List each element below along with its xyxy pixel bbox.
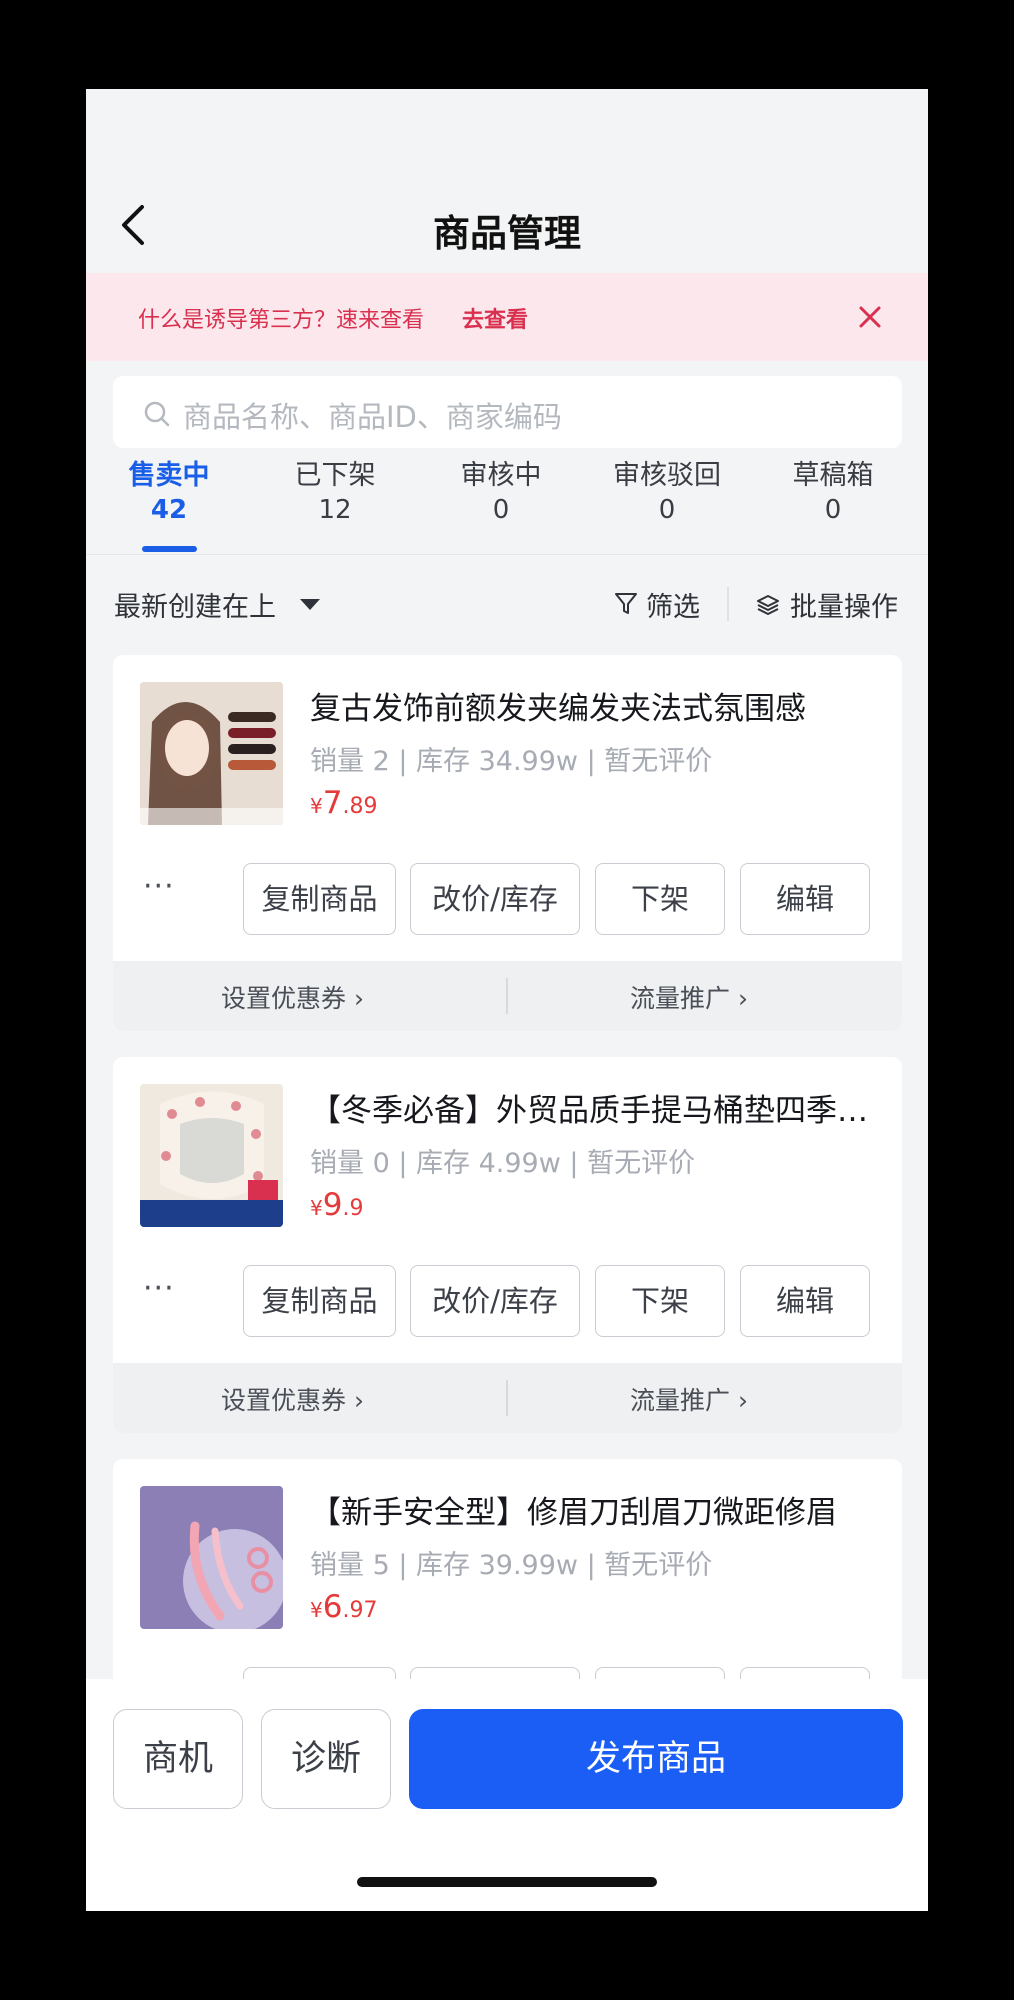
price-stock-button[interactable]: 改价/库存 — [410, 1265, 580, 1337]
product-image — [140, 1486, 283, 1629]
tab-count: 12 — [318, 495, 352, 525]
tab-delisted[interactable]: 已下架 12 — [252, 459, 418, 527]
delist-button[interactable]: 下架 — [595, 1265, 725, 1337]
home-indicator — [357, 1877, 657, 1887]
price-symbol: ¥ — [310, 794, 323, 818]
tab-label: 草稿箱 — [792, 460, 874, 491]
price-decimal: .97 — [342, 1598, 378, 1623]
publish-product-button[interactable]: 发布商品 — [409, 1709, 903, 1809]
separator — [506, 978, 508, 1014]
tab-label: 审核驳回 — [613, 460, 721, 491]
product-price: ¥7.89 — [310, 785, 377, 821]
separator — [506, 1380, 508, 1416]
product-meta: 销量 0 | 库存 4.99w | 暂无评价 — [310, 1148, 696, 1179]
tab-count: 0 — [492, 495, 510, 525]
price-decimal: .89 — [342, 794, 378, 819]
set-coupon-label: 设置优惠券 — [221, 984, 347, 1013]
traffic-promotion-label: 流量推广 — [630, 984, 731, 1013]
product-price: ¥6.97 — [310, 1589, 377, 1625]
delist-button[interactable]: 下架 — [595, 863, 725, 935]
more-button[interactable]: ··· — [143, 872, 175, 902]
batch-operation-button[interactable]: 批量操作 — [790, 585, 898, 624]
edit-button[interactable]: 编辑 — [740, 863, 870, 935]
price-symbol: ¥ — [310, 1196, 323, 1220]
product-title[interactable]: 【新手安全型】修眉刀刮眉刀微距修眉 — [310, 1487, 880, 1532]
sort-bar: 最新创建在上 筛选 批量操作 — [86, 555, 928, 655]
price-decimal: .9 — [342, 1196, 364, 1221]
card-footer: 设置优惠券 › 流量推广 › — [113, 961, 902, 1031]
product-card: 复古发饰前额发夹编发夹法式氛围感 销量 2 | 库存 34.99w | 暂无评价… — [113, 655, 902, 1031]
phone-screen: 商品管理 什么是诱导第三方？速来查看 去查看 商品名称、商品ID、商家编码 售卖… — [86, 89, 928, 1911]
product-thumbnail[interactable] — [140, 1486, 283, 1629]
page-title: 商品管理 — [433, 212, 581, 255]
price-stock-button[interactable]: 改价/库存 — [410, 863, 580, 935]
bottom-action-bar: 商机 诊断 发布商品 — [86, 1679, 928, 1911]
product-meta: 销量 5 | 库存 39.99w | 暂无评价 — [310, 1550, 713, 1581]
tab-on-sale[interactable]: 售卖中 42 — [86, 459, 252, 527]
opportunity-button[interactable]: 商机 — [113, 1709, 243, 1809]
tab-label: 已下架 — [294, 460, 376, 491]
edit-button[interactable]: 编辑 — [740, 1265, 870, 1337]
search-placeholder: 商品名称、商品ID、商家编码 — [183, 400, 562, 434]
active-tab-indicator — [142, 546, 197, 552]
search-icon — [144, 401, 170, 427]
filter-icon — [615, 593, 637, 614]
notice-banner: 什么是诱导第三方？速来查看 去查看 — [86, 273, 928, 361]
nav-bar: 商品管理 — [86, 189, 928, 259]
chevron-right-icon: › — [737, 984, 748, 1013]
tab-reviewing[interactable]: 审核中 0 — [418, 459, 584, 527]
product-meta: 销量 2 | 库存 34.99w | 暂无评价 — [310, 746, 713, 777]
banner-link[interactable]: 去查看 — [462, 302, 528, 334]
tab-count: 0 — [658, 495, 676, 525]
banner-text: 什么是诱导第三方？速来查看 — [138, 308, 425, 333]
status-tabs: 售卖中 42 已下架 12 审核中 0 审核驳回 0 草稿箱 0 — [86, 459, 928, 544]
layers-icon — [757, 595, 779, 615]
filter-button[interactable]: 筛选 — [646, 585, 700, 624]
traffic-promotion-link[interactable]: 流量推广 › — [630, 979, 748, 1015]
price-integer: 6 — [322, 1589, 343, 1625]
copy-product-button[interactable]: 复制商品 — [243, 863, 396, 935]
product-thumbnail[interactable] — [140, 1084, 283, 1227]
product-image — [140, 1084, 283, 1227]
separator — [727, 587, 729, 621]
tab-drafts[interactable]: 草稿箱 0 — [750, 459, 916, 527]
product-thumbnail[interactable] — [140, 682, 283, 825]
traffic-promotion-link[interactable]: 流量推广 › — [630, 1381, 748, 1417]
more-button[interactable]: ··· — [143, 1274, 175, 1304]
set-coupon-label: 设置优惠券 — [221, 1386, 347, 1415]
price-integer: 7 — [322, 785, 343, 821]
price-symbol: ¥ — [310, 1598, 323, 1622]
tab-label: 售卖中 — [128, 460, 210, 491]
copy-product-button[interactable]: 复制商品 — [243, 1265, 396, 1337]
card-footer: 设置优惠券 › 流量推广 › — [113, 1363, 902, 1433]
close-icon[interactable] — [854, 301, 886, 333]
product-title[interactable]: 复古发饰前额发夹编发夹法式氛围感 — [310, 683, 880, 728]
set-coupon-link[interactable]: 设置优惠券 › — [221, 979, 364, 1015]
tab-rejected[interactable]: 审核驳回 0 — [584, 459, 750, 527]
chevron-right-icon: › — [353, 1386, 364, 1415]
chevron-right-icon: › — [737, 1386, 748, 1415]
search-input[interactable]: 商品名称、商品ID、商家编码 — [113, 376, 902, 448]
chevron-right-icon: › — [353, 984, 364, 1013]
set-coupon-link[interactable]: 设置优惠券 › — [221, 1381, 364, 1417]
price-integer: 9 — [322, 1187, 343, 1223]
diagnose-button[interactable]: 诊断 — [261, 1709, 391, 1809]
sort-dropdown[interactable]: 最新创建在上 — [114, 585, 276, 624]
traffic-promotion-label: 流量推广 — [630, 1386, 731, 1415]
caret-down-icon — [300, 599, 320, 610]
product-card: 【冬季必备】外贸品质手提马桶垫四季通用 销量 0 | 库存 4.99w | 暂无… — [113, 1057, 902, 1433]
tab-count: 42 — [150, 495, 188, 525]
product-image — [140, 682, 283, 825]
tab-count: 0 — [824, 495, 842, 525]
product-title[interactable]: 【冬季必备】外贸品质手提马桶垫四季通用 — [310, 1085, 880, 1130]
product-price: ¥9.9 — [310, 1187, 363, 1223]
tab-label: 审核中 — [460, 460, 542, 491]
